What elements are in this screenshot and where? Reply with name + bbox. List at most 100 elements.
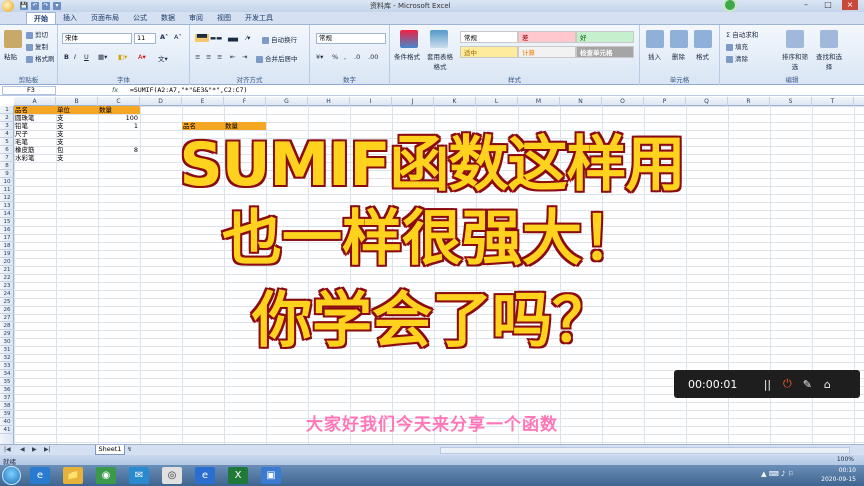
- format-painter-button[interactable]: 格式刷: [26, 53, 55, 63]
- tab-view[interactable]: 视图: [210, 12, 238, 24]
- undo-icon[interactable]: ↶: [31, 2, 39, 10]
- underline-button[interactable]: U: [84, 53, 89, 61]
- decrease-decimal-icon[interactable]: .00: [368, 53, 378, 61]
- name-box[interactable]: F3: [2, 86, 56, 95]
- insert-cells-button[interactable]: 插入: [648, 51, 661, 61]
- conditional-format-icon[interactable]: [400, 30, 418, 48]
- align-center-icon[interactable]: ≡: [206, 53, 211, 61]
- clear-button[interactable]: 清除: [726, 53, 748, 63]
- style-neutral[interactable]: 适中: [460, 46, 518, 58]
- home-icon[interactable]: ⌂: [817, 378, 837, 391]
- media-icon[interactable]: ◉: [96, 467, 116, 484]
- zoom-level[interactable]: 100%: [837, 456, 854, 463]
- prev-sheet-icon[interactable]: ◀: [20, 446, 25, 453]
- tab-review[interactable]: 审阅: [182, 12, 210, 24]
- cut-button[interactable]: 剪切: [26, 29, 48, 39]
- insert-cells-icon[interactable]: [646, 30, 664, 48]
- table-cell[interactable]: 品名: [14, 106, 56, 114]
- align-left-icon[interactable]: ≡: [195, 53, 200, 61]
- row-header[interactable]: 33: [0, 362, 14, 370]
- copy-button[interactable]: 复制: [26, 41, 48, 51]
- sort-filter-button[interactable]: 排序和筛选: [780, 51, 810, 71]
- align-middle-icon[interactable]: ▬▬: [210, 34, 222, 42]
- column-header[interactable]: S: [770, 97, 812, 106]
- autosum-button[interactable]: Σ 自动求和: [726, 29, 758, 39]
- row-header[interactable]: 1: [0, 106, 14, 114]
- indent-decrease-icon[interactable]: ⇤: [230, 53, 235, 61]
- excel-icon[interactable]: X: [228, 467, 248, 484]
- increase-decimal-icon[interactable]: .0: [354, 53, 360, 61]
- currency-icon[interactable]: ¥▾: [316, 53, 323, 61]
- stop-icon[interactable]: ⏻: [777, 377, 797, 391]
- format-cells-button[interactable]: 格式: [696, 51, 709, 61]
- table-cell[interactable]: 数量: [98, 106, 140, 114]
- style-normal[interactable]: 常规: [460, 31, 518, 43]
- column-header[interactable]: H: [308, 97, 350, 106]
- align-top-icon[interactable]: ▀▀: [195, 34, 209, 42]
- tab-insert[interactable]: 插入: [56, 12, 84, 24]
- italic-button[interactable]: I: [74, 53, 76, 61]
- fill-button[interactable]: 填充: [726, 41, 748, 51]
- first-sheet-icon[interactable]: |◀: [4, 446, 11, 453]
- delete-cells-icon[interactable]: [670, 30, 688, 48]
- column-header[interactable]: F: [224, 97, 266, 106]
- column-header[interactable]: M: [518, 97, 560, 106]
- column-header[interactable]: B: [56, 97, 98, 106]
- column-header[interactable]: E: [182, 97, 224, 106]
- row-header[interactable]: 35: [0, 378, 14, 386]
- tab-home[interactable]: 开始: [26, 12, 56, 24]
- pen-icon[interactable]: ✎: [797, 378, 817, 391]
- bold-button[interactable]: B: [64, 53, 69, 61]
- mail-icon[interactable]: ✉: [129, 467, 149, 484]
- merge-center-button[interactable]: 合并后居中: [256, 53, 298, 63]
- sheet-tab-sheet1[interactable]: Sheet1: [95, 445, 125, 455]
- wrap-text-button[interactable]: 自动换行: [262, 34, 297, 44]
- fill-color-icon[interactable]: ◧▾: [118, 53, 127, 61]
- paste-button[interactable]: 粘贴: [4, 51, 17, 61]
- font-color-icon[interactable]: A▾: [138, 53, 146, 61]
- style-bad[interactable]: 差: [518, 31, 576, 43]
- next-sheet-icon[interactable]: ▶: [32, 446, 37, 453]
- percent-icon[interactable]: %: [332, 53, 338, 61]
- delete-cells-button[interactable]: 删除: [672, 51, 685, 61]
- tab-page-layout[interactable]: 页面布局: [84, 12, 126, 24]
- find-select-icon[interactable]: [820, 30, 838, 48]
- office-button[interactable]: [2, 0, 14, 12]
- horizontal-scrollbar[interactable]: [440, 447, 850, 454]
- table-format-icon[interactable]: [430, 30, 448, 48]
- orientation-icon[interactable]: ⁄▾: [246, 34, 250, 42]
- column-header[interactable]: T: [812, 97, 854, 106]
- tab-data[interactable]: 数据: [154, 12, 182, 24]
- insert-sheet-icon[interactable]: ↯: [127, 446, 139, 454]
- column-header[interactable]: Q: [686, 97, 728, 106]
- style-check-cell[interactable]: 检查单元格: [576, 46, 634, 58]
- minimize-icon[interactable]: –: [798, 0, 814, 10]
- row-header[interactable]: 37: [0, 394, 14, 402]
- tab-formulas[interactable]: 公式: [126, 12, 154, 24]
- save-icon[interactable]: 💾: [20, 2, 28, 10]
- style-calculation[interactable]: 计算: [518, 46, 576, 58]
- chat-icon[interactable]: ◎: [162, 467, 182, 484]
- redo-icon[interactable]: ↷: [42, 2, 50, 10]
- find-select-button[interactable]: 查找和选择: [814, 51, 844, 71]
- fx-icon[interactable]: fx: [112, 86, 118, 94]
- column-header[interactable]: D: [140, 97, 182, 106]
- grow-font-icon[interactable]: A˄: [160, 33, 168, 41]
- phonetic-icon[interactable]: 文▾: [158, 53, 168, 63]
- start-button[interactable]: [2, 466, 21, 485]
- ie-icon[interactable]: e: [30, 467, 50, 484]
- shrink-font-icon[interactable]: A˅: [174, 33, 182, 41]
- comma-icon[interactable]: ,: [344, 53, 346, 61]
- tray-icons[interactable]: ▲ ⌨ ♪ ⚐: [761, 470, 794, 478]
- close-icon[interactable]: ×: [842, 0, 858, 10]
- align-right-icon[interactable]: ≡: [217, 53, 222, 61]
- column-header[interactable]: C: [98, 97, 140, 106]
- number-format-select[interactable]: 常规: [316, 33, 386, 44]
- tab-developer[interactable]: 开发工具: [238, 12, 280, 24]
- table-format-button[interactable]: 套用表格格式: [424, 51, 456, 71]
- browser-icon[interactable]: e: [195, 467, 215, 484]
- align-bottom-icon[interactable]: ▄▄: [228, 34, 238, 42]
- formula-input[interactable]: =SUMIF(A2:A7,"*"&E3&"*",C2:C7): [130, 86, 247, 95]
- font-name-select[interactable]: 宋体: [62, 33, 132, 44]
- column-header[interactable]: A: [14, 97, 56, 106]
